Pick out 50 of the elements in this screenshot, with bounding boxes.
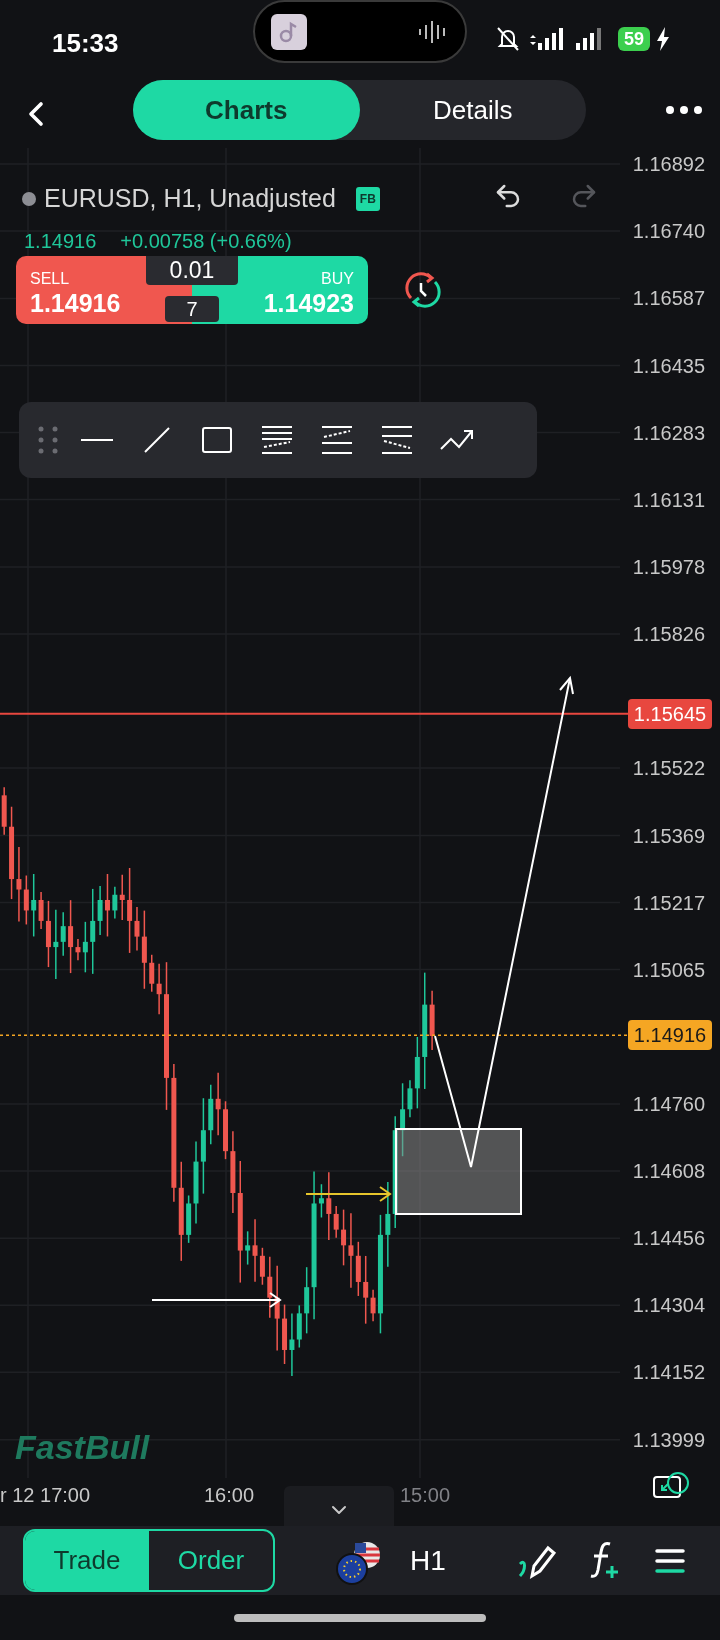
status-time: 15:33 — [52, 27, 119, 60]
view-tab[interactable]: Charts — [133, 80, 360, 140]
mode-tab[interactable]: Trade — [25, 1531, 149, 1590]
price-axis-label: 1.15369 — [632, 823, 705, 848]
timeframe-button[interactable]: H1 — [410, 1540, 446, 1580]
candle — [223, 1100, 228, 1160]
drag-handle-icon[interactable] — [37, 426, 59, 454]
price-axis-label: 1.15826 — [632, 622, 705, 647]
candle — [1, 786, 7, 836]
price-axis-label: 1.15065 — [632, 957, 705, 982]
rectangle-icon — [199, 425, 235, 455]
price-axis-label: 1.14304 — [632, 1293, 705, 1318]
horizontal-line-icon — [79, 438, 115, 442]
price-axis-label: 1.14608 — [632, 1159, 705, 1184]
price-axis-label: 1.16131 — [632, 487, 705, 512]
price-axis-label: 1.16587 — [632, 286, 705, 311]
clock-refresh-icon[interactable] — [403, 270, 443, 310]
price-axis-label: 1.16283 — [632, 420, 705, 445]
time-axis-label: 16:00 — [204, 1483, 255, 1508]
symbol-title: EURUSD, H1, Unadjusted — [44, 183, 336, 214]
price-axis-label: 1.13999 — [632, 1427, 705, 1452]
price-axis-label: 1.14456 — [632, 1226, 705, 1251]
price-axis-label: 1.16740 — [632, 219, 705, 243]
time-axis-label: r 12 17:00 — [0, 1483, 91, 1508]
watermark-logo: FastBull — [15, 1427, 150, 1468]
price-axis-label: 1.15978 — [632, 555, 705, 579]
price-line-label: 1.14916 — [628, 1020, 712, 1051]
music-note-icon — [271, 13, 307, 50]
lines-icon — [319, 425, 355, 455]
lines-icon — [259, 425, 295, 455]
price-change: +0.00758 (+0.66%) — [120, 229, 292, 254]
last-price: 1.14916 — [24, 229, 97, 254]
price-line-label: 1.15645 — [628, 698, 712, 729]
price-axis-label: 1.16435 — [632, 353, 705, 378]
lot-size-field[interactable]: 0.01 — [146, 256, 238, 285]
spread-value: 7 — [165, 296, 219, 322]
candle — [105, 873, 110, 938]
time-axis-label: 15:00 — [400, 1483, 451, 1508]
mode-tab[interactable]: Order — [149, 1531, 273, 1590]
battery-level: 59 — [617, 27, 650, 51]
view-tab[interactable]: Details — [359, 80, 586, 140]
price-axis-label: 1.14152 — [632, 1360, 705, 1385]
price-axis-label: 1.16892 — [632, 152, 705, 176]
charging-bolt-icon — [656, 27, 670, 51]
source-badge: FB — [355, 186, 380, 211]
lines-icon — [379, 425, 415, 455]
price-axis-label: 1.14760 — [632, 1092, 705, 1117]
menu-icon[interactable] — [654, 1548, 686, 1574]
price-axis-label: 1.15522 — [632, 756, 705, 781]
price-axis-label: 1.15217 — [632, 890, 705, 915]
